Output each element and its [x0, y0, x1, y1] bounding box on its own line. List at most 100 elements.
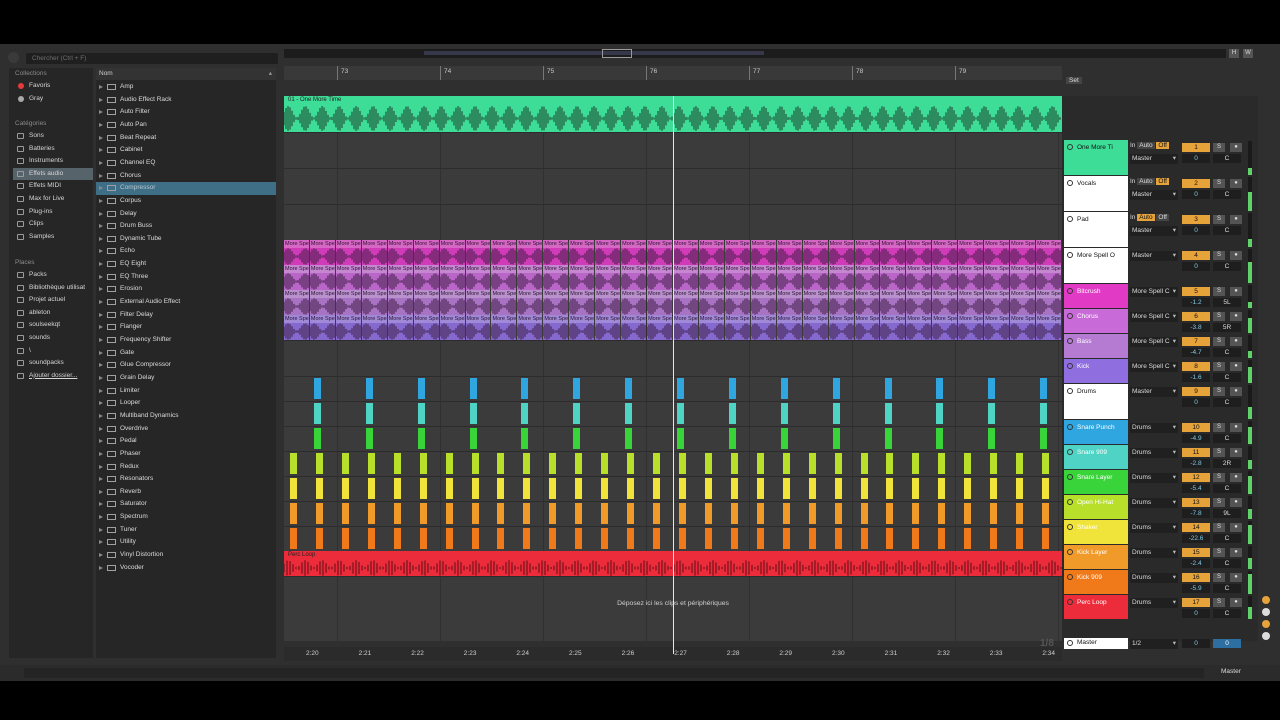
list-column-header[interactable]: Nom ▴: [96, 68, 276, 80]
expand-icon[interactable]: [99, 300, 103, 305]
r-icon[interactable]: [1262, 620, 1270, 628]
audio-clip[interactable]: More Spell On You: [490, 240, 517, 265]
drum-clip[interactable]: [393, 453, 401, 474]
browser-item[interactable]: Amp: [96, 81, 276, 94]
collection-favoris[interactable]: Favoris: [13, 80, 93, 92]
fold-icon[interactable]: [1067, 499, 1073, 505]
monitor-switch[interactable]: In Auto Off: [1130, 214, 1169, 221]
expand-icon[interactable]: [99, 211, 103, 216]
arm-button[interactable]: ●: [1230, 143, 1242, 152]
browser-item[interactable]: Erosion: [96, 283, 276, 296]
drum-clip[interactable]: [315, 478, 323, 499]
volume-field[interactable]: -2.4: [1182, 559, 1210, 568]
monitor-auto[interactable]: Auto: [1137, 178, 1155, 185]
expand-icon[interactable]: [99, 565, 103, 570]
audio-clip[interactable]: More Spell On You: [309, 290, 335, 315]
audio-clip[interactable]: More Spell On You: [1009, 265, 1036, 290]
browser-toggle-icon[interactable]: [8, 52, 19, 63]
arm-button[interactable]: ●: [1230, 498, 1242, 507]
drum-clip[interactable]: [834, 503, 842, 524]
drum-clip[interactable]: [367, 478, 375, 499]
drum-clip[interactable]: [341, 453, 349, 474]
category-item[interactable]: Samples: [13, 231, 93, 243]
track-activator[interactable]: 17: [1182, 598, 1210, 607]
drum-clip[interactable]: [730, 478, 738, 499]
browser-item[interactable]: Flanger: [96, 321, 276, 334]
drum-clip[interactable]: [936, 403, 944, 424]
track-activator[interactable]: 2: [1182, 179, 1210, 188]
audio-clip[interactable]: More Spell On You: [905, 240, 932, 265]
audio-clip[interactable]: More Spell On You: [542, 240, 569, 265]
arm-button[interactable]: ●: [1230, 423, 1242, 432]
expand-icon[interactable]: [99, 85, 103, 89]
drum-clip[interactable]: [1016, 528, 1024, 549]
volume-field[interactable]: -1.2: [1182, 298, 1210, 307]
drum-clip[interactable]: [445, 528, 453, 549]
browser-item[interactable]: Gate: [96, 347, 276, 360]
browser-item[interactable]: Pedal: [96, 435, 276, 448]
audio-clip[interactable]: More Spell On You: [361, 290, 387, 315]
audio-clip[interactable]: More Spell On You: [802, 240, 828, 265]
drum-clip[interactable]: [884, 428, 892, 449]
audio-clip[interactable]: More Spell On You: [413, 315, 439, 340]
audio-clip[interactable]: More Spell On You: [957, 240, 984, 265]
pan-field[interactable]: 9L: [1213, 509, 1241, 518]
audio-clip[interactable]: More Spell On You: [802, 265, 828, 290]
audio-clip[interactable]: More Spell On You: [750, 315, 776, 340]
drum-clip[interactable]: [808, 478, 816, 499]
audio-clip[interactable]: More Spell On You: [335, 315, 361, 340]
drum-clip[interactable]: [419, 528, 427, 549]
solo-button[interactable]: S: [1213, 473, 1225, 482]
drum-clip[interactable]: [860, 453, 868, 474]
browser-item[interactable]: Auto Filter: [96, 106, 276, 119]
pan-field[interactable]: 2R: [1213, 459, 1241, 468]
drum-clip[interactable]: [575, 528, 583, 549]
audio-clip[interactable]: More Spell On You: [335, 290, 361, 315]
drum-clip[interactable]: [521, 378, 529, 399]
audio-clip[interactable]: More Spell On You: [465, 290, 491, 315]
drum-clip[interactable]: [756, 528, 764, 549]
track-header[interactable]: More Spell O: [1064, 248, 1128, 283]
audio-clip[interactable]: More Spell On You: [1035, 315, 1061, 340]
audio-clip[interactable]: More Spell On You: [905, 315, 932, 340]
track-activator[interactable]: 14: [1182, 523, 1210, 532]
audio-clip[interactable]: More Spell On You: [490, 315, 517, 340]
audio-clip[interactable]: More Spell On You: [802, 290, 828, 315]
track-header[interactable]: Pad: [1064, 212, 1128, 247]
drum-clip[interactable]: [886, 503, 894, 524]
drum-clip[interactable]: [365, 403, 373, 424]
drum-clip[interactable]: [549, 453, 557, 474]
volume-field[interactable]: 0: [1182, 262, 1210, 271]
audio-clip[interactable]: More Spell On You: [335, 240, 361, 265]
place-item[interactable]: Projet actuel: [13, 294, 93, 306]
drum-clip[interactable]: [653, 478, 661, 499]
track-activator[interactable]: 1: [1182, 143, 1210, 152]
audio-clip[interactable]: More Spell On You: [387, 290, 413, 315]
drum-clip[interactable]: [417, 403, 425, 424]
arm-button[interactable]: ●: [1230, 337, 1242, 346]
drum-clip[interactable]: [417, 378, 425, 399]
pan-field[interactable]: C: [1213, 190, 1241, 199]
drum-clip[interactable]: [808, 503, 816, 524]
solo-button[interactable]: S: [1213, 251, 1225, 260]
volume-field[interactable]: 0: [1182, 609, 1210, 618]
audio-clip[interactable]: More Spell On You: [439, 290, 465, 315]
monitor-in[interactable]: In: [1130, 178, 1135, 185]
audio-clip[interactable]: More Spell On You: [931, 265, 958, 290]
audio-clip[interactable]: More Spell On You: [361, 240, 387, 265]
category-item[interactable]: Plug-ins: [13, 206, 93, 218]
drum-clip[interactable]: [469, 428, 477, 449]
monitor-auto[interactable]: Auto: [1137, 142, 1155, 149]
drum-clip[interactable]: [860, 528, 868, 549]
drum-clip[interactable]: [704, 528, 712, 549]
audio-clip[interactable]: More Spell On You: [854, 315, 880, 340]
drum-clip[interactable]: [523, 453, 531, 474]
output-routing-select[interactable]: More Spell C: [1130, 287, 1178, 297]
solo-button[interactable]: S: [1213, 548, 1225, 557]
audio-clip[interactable]: More Spell On You: [439, 240, 465, 265]
drum-clip[interactable]: [730, 528, 738, 549]
browser-item[interactable]: Drum Buss: [96, 220, 276, 233]
drum-clip[interactable]: [445, 503, 453, 524]
audio-clip[interactable]: More Spell On You: [620, 240, 647, 265]
drum-clip[interactable]: [808, 528, 816, 549]
